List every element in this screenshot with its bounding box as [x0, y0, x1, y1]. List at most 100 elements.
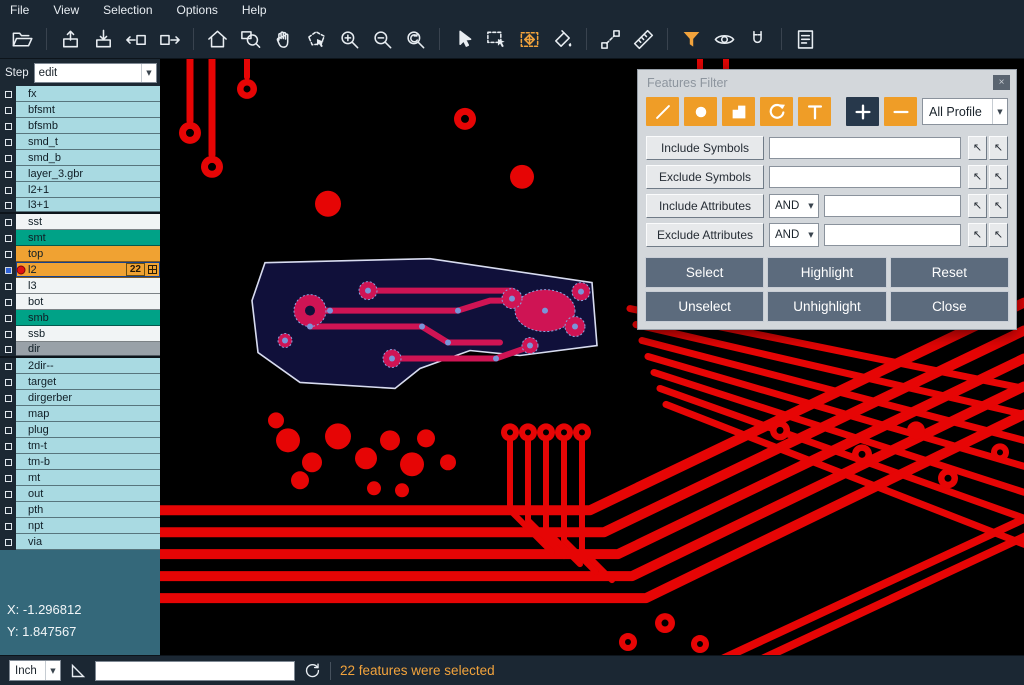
layer-checkbox[interactable]	[5, 507, 12, 514]
include-symbols-pick-button-2[interactable]: ↖	[989, 136, 1008, 160]
exclude-attributes-operator-select[interactable]: AND▼	[769, 223, 819, 247]
menu-options[interactable]: Options	[177, 3, 218, 17]
snap-angle-icon[interactable]	[70, 663, 86, 679]
layer-checkbox[interactable]	[5, 155, 12, 162]
select-button[interactable]: Select	[645, 257, 764, 288]
exclude-attributes-button[interactable]: Exclude Attributes	[646, 223, 764, 247]
layer-checkbox[interactable]	[5, 475, 12, 482]
layer-checkbox[interactable]	[5, 523, 12, 530]
menu-help[interactable]: Help	[242, 3, 267, 17]
layer-checkbox[interactable]	[5, 283, 12, 290]
layer-checkbox[interactable]	[5, 187, 12, 194]
layer-checkbox[interactable]	[5, 171, 12, 178]
zoom-out-button[interactable]	[367, 25, 398, 54]
include-symbols-pick-button-1[interactable]: ↖	[968, 136, 987, 160]
box-arrow-down-button[interactable]	[88, 25, 119, 54]
remove-filter-button[interactable]	[884, 97, 917, 126]
lasso-select-button[interactable]	[301, 25, 332, 54]
include-attributes-operator-select[interactable]: AND▼	[769, 194, 819, 218]
layer-row-top[interactable]: top	[0, 246, 160, 262]
features-filter-button[interactable]	[676, 25, 707, 54]
layer-checkbox[interactable]	[5, 363, 12, 370]
add-filter-button[interactable]	[846, 97, 879, 126]
layer-row-npt[interactable]: npt	[0, 518, 160, 534]
layer-row-sst[interactable]: sst	[0, 214, 160, 230]
layer-row-ssb[interactable]: ssb	[0, 326, 160, 342]
layer-row-smt[interactable]: smt	[0, 230, 160, 246]
exclude-symbols-button[interactable]: Exclude Symbols	[646, 165, 764, 189]
arc-filter-button[interactable]	[760, 97, 793, 126]
layer-checkbox[interactable]	[5, 539, 12, 546]
layer-checkbox[interactable]	[5, 299, 12, 306]
menu-view[interactable]: View	[53, 3, 79, 17]
surface-filter-button[interactable]	[722, 97, 755, 126]
command-input[interactable]	[95, 661, 295, 681]
layer-row-l2[interactable]: l222	[0, 262, 160, 278]
layer-row-plug[interactable]: plug	[0, 422, 160, 438]
layer-checkbox[interactable]	[5, 331, 12, 338]
snap-magnet-button[interactable]	[742, 25, 773, 54]
visibility-eye-button[interactable]	[709, 25, 740, 54]
layer-checkbox[interactable]	[5, 267, 12, 274]
zoom-in-button[interactable]	[334, 25, 365, 54]
layer-checkbox[interactable]	[5, 459, 12, 466]
include-attributes-button[interactable]: Include Attributes	[646, 194, 764, 218]
rect-select-button[interactable]	[481, 25, 512, 54]
text-filter-button[interactable]	[798, 97, 831, 126]
layer-checkbox[interactable]	[5, 346, 12, 353]
open-folder-button[interactable]	[7, 25, 38, 54]
layer-row-layer_3.gbr[interactable]: layer_3.gbr	[0, 166, 160, 182]
layer-checkbox[interactable]	[5, 491, 12, 498]
layer-row-tm-t[interactable]: tm-t	[0, 438, 160, 454]
layer-row-smb[interactable]: smb	[0, 310, 160, 326]
pan-hand-button[interactable]	[268, 25, 299, 54]
exclude-attributes-pick-button-2[interactable]: ↖	[989, 223, 1008, 247]
layer-row-target[interactable]: target	[0, 374, 160, 390]
home-button[interactable]	[202, 25, 233, 54]
exclude-attributes-pick-button-1[interactable]: ↖	[968, 223, 987, 247]
dialog-title-bar[interactable]: Features Filter ×	[638, 70, 1016, 95]
unselect-button[interactable]: Unselect	[645, 291, 764, 322]
layer-checkbox[interactable]	[5, 219, 12, 226]
layer-row-dir[interactable]: dir	[0, 342, 160, 358]
profile-select[interactable]: All Profile ▼	[922, 98, 1008, 125]
layer-checkbox[interactable]	[5, 235, 12, 242]
transform-select-button[interactable]	[514, 25, 545, 54]
include-attributes-pick-button-1[interactable]: ↖	[968, 194, 987, 218]
layer-row-via[interactable]: via	[0, 534, 160, 550]
layer-row-bot[interactable]: bot	[0, 294, 160, 310]
close-button[interactable]: Close	[890, 291, 1009, 322]
pointer-select-button[interactable]	[448, 25, 479, 54]
include-attributes-pick-button-2[interactable]: ↖	[989, 194, 1008, 218]
exclude-symbols-pick-button-1[interactable]: ↖	[968, 165, 987, 189]
pcb-canvas[interactable]: Features Filter × All Profile ▼ Include …	[160, 59, 1024, 655]
highlight-button[interactable]: Highlight	[767, 257, 886, 288]
layer-checkbox[interactable]	[5, 139, 12, 146]
refresh-icon[interactable]	[304, 662, 321, 679]
include-symbols-input[interactable]	[769, 137, 961, 159]
unhighlight-button[interactable]: Unhighlight	[767, 291, 886, 322]
layer-row-fx[interactable]: fx	[0, 86, 160, 102]
line-filter-button[interactable]	[646, 97, 679, 126]
box-arrow-left-button[interactable]	[121, 25, 152, 54]
layer-row-bfsmt[interactable]: bfsmt	[0, 102, 160, 118]
layer-checkbox[interactable]	[5, 395, 12, 402]
exclude-attributes-input[interactable]	[824, 224, 961, 246]
box-arrow-up-button[interactable]	[55, 25, 86, 54]
layer-row-pth[interactable]: pth	[0, 502, 160, 518]
layer-checkbox[interactable]	[5, 251, 12, 258]
box-arrow-right-button[interactable]	[154, 25, 185, 54]
layer-row-mt[interactable]: mt	[0, 470, 160, 486]
layer-checkbox[interactable]	[5, 202, 12, 209]
layer-row-map[interactable]: map	[0, 406, 160, 422]
include-symbols-button[interactable]: Include Symbols	[646, 136, 764, 160]
layer-row-2dir--[interactable]: 2dir--	[0, 358, 160, 374]
layer-checkbox[interactable]	[5, 107, 12, 114]
step-select[interactable]: edit ▼	[34, 63, 157, 83]
pad-filter-button[interactable]	[684, 97, 717, 126]
include-attributes-input[interactable]	[824, 195, 961, 217]
color-fill-button[interactable]	[547, 25, 578, 54]
zoom-previous-button[interactable]	[400, 25, 431, 54]
close-icon[interactable]: ×	[993, 75, 1010, 90]
exclude-symbols-input[interactable]	[769, 166, 961, 188]
